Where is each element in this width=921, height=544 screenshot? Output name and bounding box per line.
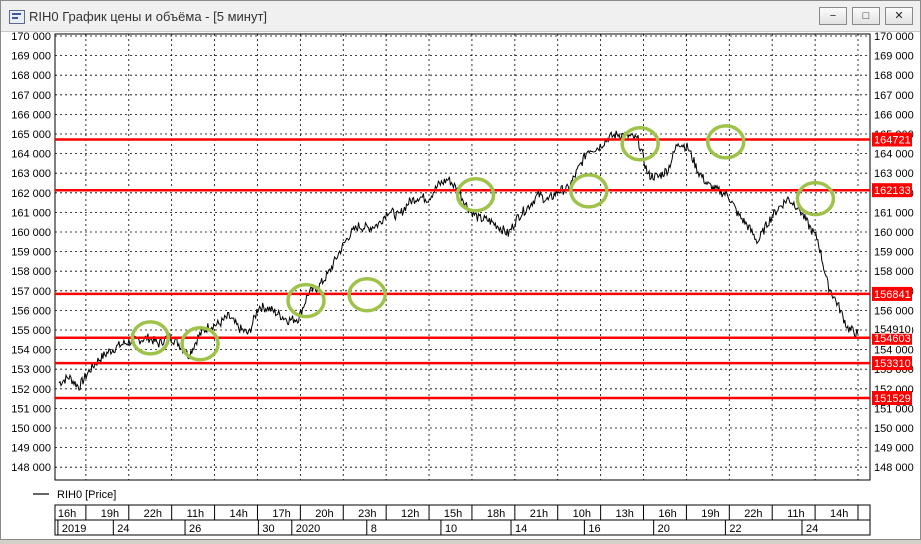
x-tick-label-time: 10h xyxy=(573,508,591,520)
restore-button[interactable]: □ xyxy=(852,7,880,25)
x-tick-label-date: 24 xyxy=(117,523,129,535)
x-tick-label-date: 2020 xyxy=(296,523,320,535)
level-label: 164721 xyxy=(874,134,911,146)
y-tick-label-left: 149 000 xyxy=(11,443,51,455)
x-tick-label-time: 19h xyxy=(101,508,119,520)
last-price-label: 154910 xyxy=(874,324,911,336)
y-tick-label-right: 164 000 xyxy=(874,149,914,161)
y-tick-label-right: 151 000 xyxy=(874,403,914,415)
x-tick-label-time: 22h xyxy=(144,508,162,520)
x-tick-label-date: 16 xyxy=(588,523,600,535)
level-label: 162133 xyxy=(874,185,911,197)
y-tick-label-right: 160 000 xyxy=(874,227,914,239)
y-tick-label-left: 157 000 xyxy=(11,286,51,298)
y-tick-label-left: 154 000 xyxy=(11,345,51,357)
minimize-icon: − xyxy=(829,10,837,22)
x-tick-label-time: 12h xyxy=(401,508,419,520)
y-tick-label-right: 158 000 xyxy=(874,266,914,278)
x-tick-label-date: 2019 xyxy=(62,523,86,535)
x-tick-label-time: 13h xyxy=(616,508,634,520)
x-tick-label-time: 16h xyxy=(58,508,76,520)
chart-window: RIH0 График цены и объёма - [5 минут] − … xyxy=(0,0,921,540)
legend-label: RIH0 [Price] xyxy=(57,489,116,501)
x-tick-label-time: 23h xyxy=(358,508,376,520)
window-title: RIH0 График цены и объёма - [5 минут] xyxy=(29,9,268,24)
x-tick-label-time: 20h xyxy=(315,508,333,520)
y-tick-label-left: 164 000 xyxy=(11,149,51,161)
x-tick-label-time: 11h xyxy=(187,508,205,520)
x-tick-label-time: 14h xyxy=(229,508,247,520)
y-tick-label-right: 154 000 xyxy=(874,345,914,357)
y-tick-label-right: 167 000 xyxy=(874,90,914,102)
y-tick-label-right: 161 000 xyxy=(874,207,914,219)
x-tick-label-time: 21h xyxy=(530,508,548,520)
x-tick-label-time: 11h xyxy=(787,508,805,520)
y-tick-label-left: 170 000 xyxy=(11,32,51,43)
title-bar[interactable]: RIH0 График цены и объёма - [5 минут] − … xyxy=(1,1,920,32)
x-tick-label-time: 17h xyxy=(272,508,290,520)
level-label: 153310 xyxy=(874,358,911,370)
y-tick-label-left: 150 000 xyxy=(11,423,51,435)
x-tick-label-date: 22 xyxy=(729,523,741,535)
y-tick-label-left: 156 000 xyxy=(11,305,51,317)
y-tick-label-left: 166 000 xyxy=(11,109,51,121)
x-tick-label-date: 20 xyxy=(658,523,670,535)
y-tick-label-right: 168 000 xyxy=(874,70,914,82)
y-tick-label-left: 158 000 xyxy=(11,266,51,278)
y-tick-label-left: 148 000 xyxy=(11,462,51,474)
x-tick-label-time: 16h xyxy=(658,508,676,520)
x-tick-label-date: 26 xyxy=(189,523,201,535)
x-tick-label-time: 18h xyxy=(487,508,505,520)
level-label: 151529 xyxy=(874,393,911,405)
x-tick-label-time: 22h xyxy=(744,508,762,520)
x-tick-label-time: 14h xyxy=(830,508,848,520)
chart-window-icon xyxy=(9,10,25,24)
y-tick-label-right: 169 000 xyxy=(874,51,914,63)
x-tick-label-date: 14 xyxy=(515,523,527,535)
minimize-button[interactable]: − xyxy=(819,7,847,25)
y-tick-label-left: 162 000 xyxy=(11,188,51,200)
y-tick-label-right: 149 000 xyxy=(874,443,914,455)
x-tick-label-date: 10 xyxy=(445,523,457,535)
x-tick-label-time: 19h xyxy=(701,508,719,520)
y-tick-label-left: 167 000 xyxy=(11,90,51,102)
x-tick-label-time: 15h xyxy=(444,508,462,520)
y-tick-label-left: 155 000 xyxy=(11,325,51,337)
y-tick-label-left: 165 000 xyxy=(11,129,51,141)
plot-frame xyxy=(54,33,871,481)
y-tick-label-right: 166 000 xyxy=(874,109,914,121)
restore-icon: □ xyxy=(862,10,870,22)
y-tick-label-left: 159 000 xyxy=(11,247,51,259)
y-tick-label-right: 150 000 xyxy=(874,423,914,435)
y-tick-label-left: 153 000 xyxy=(11,364,51,376)
x-tick-label-date: 8 xyxy=(371,523,377,535)
price-chart[interactable]: 170 000 170 000 169 000 169 000 168 000 168 0… xyxy=(1,31,920,539)
y-tick-label-left: 160 000 xyxy=(11,227,51,239)
y-tick-label-left: 161 000 xyxy=(11,207,51,219)
y-tick-label-left: 163 000 xyxy=(11,168,51,180)
level-label: 156841 xyxy=(874,289,911,301)
y-tick-label-left: 168 000 xyxy=(11,70,51,82)
y-tick-label-right: 159 000 xyxy=(874,247,914,259)
y-tick-label-left: 151 000 xyxy=(11,403,51,415)
y-tick-label-right: 148 000 xyxy=(874,462,914,474)
y-tick-label-right: 156 000 xyxy=(874,305,914,317)
close-button[interactable]: ✕ xyxy=(885,7,913,25)
x-tick-label-date: 30 xyxy=(262,523,274,535)
close-icon: ✕ xyxy=(894,10,904,22)
x-tick-label-date: 24 xyxy=(806,523,818,535)
y-tick-label-left: 152 000 xyxy=(11,384,51,396)
y-tick-label-right: 170 000 xyxy=(874,32,914,43)
price-chart-area[interactable]: 170 000 170 000 169 000 169 000 168 000 168 0… xyxy=(1,31,920,539)
y-tick-label-right: 163 000 xyxy=(874,168,914,180)
y-tick-label-left: 169 000 xyxy=(11,51,51,63)
